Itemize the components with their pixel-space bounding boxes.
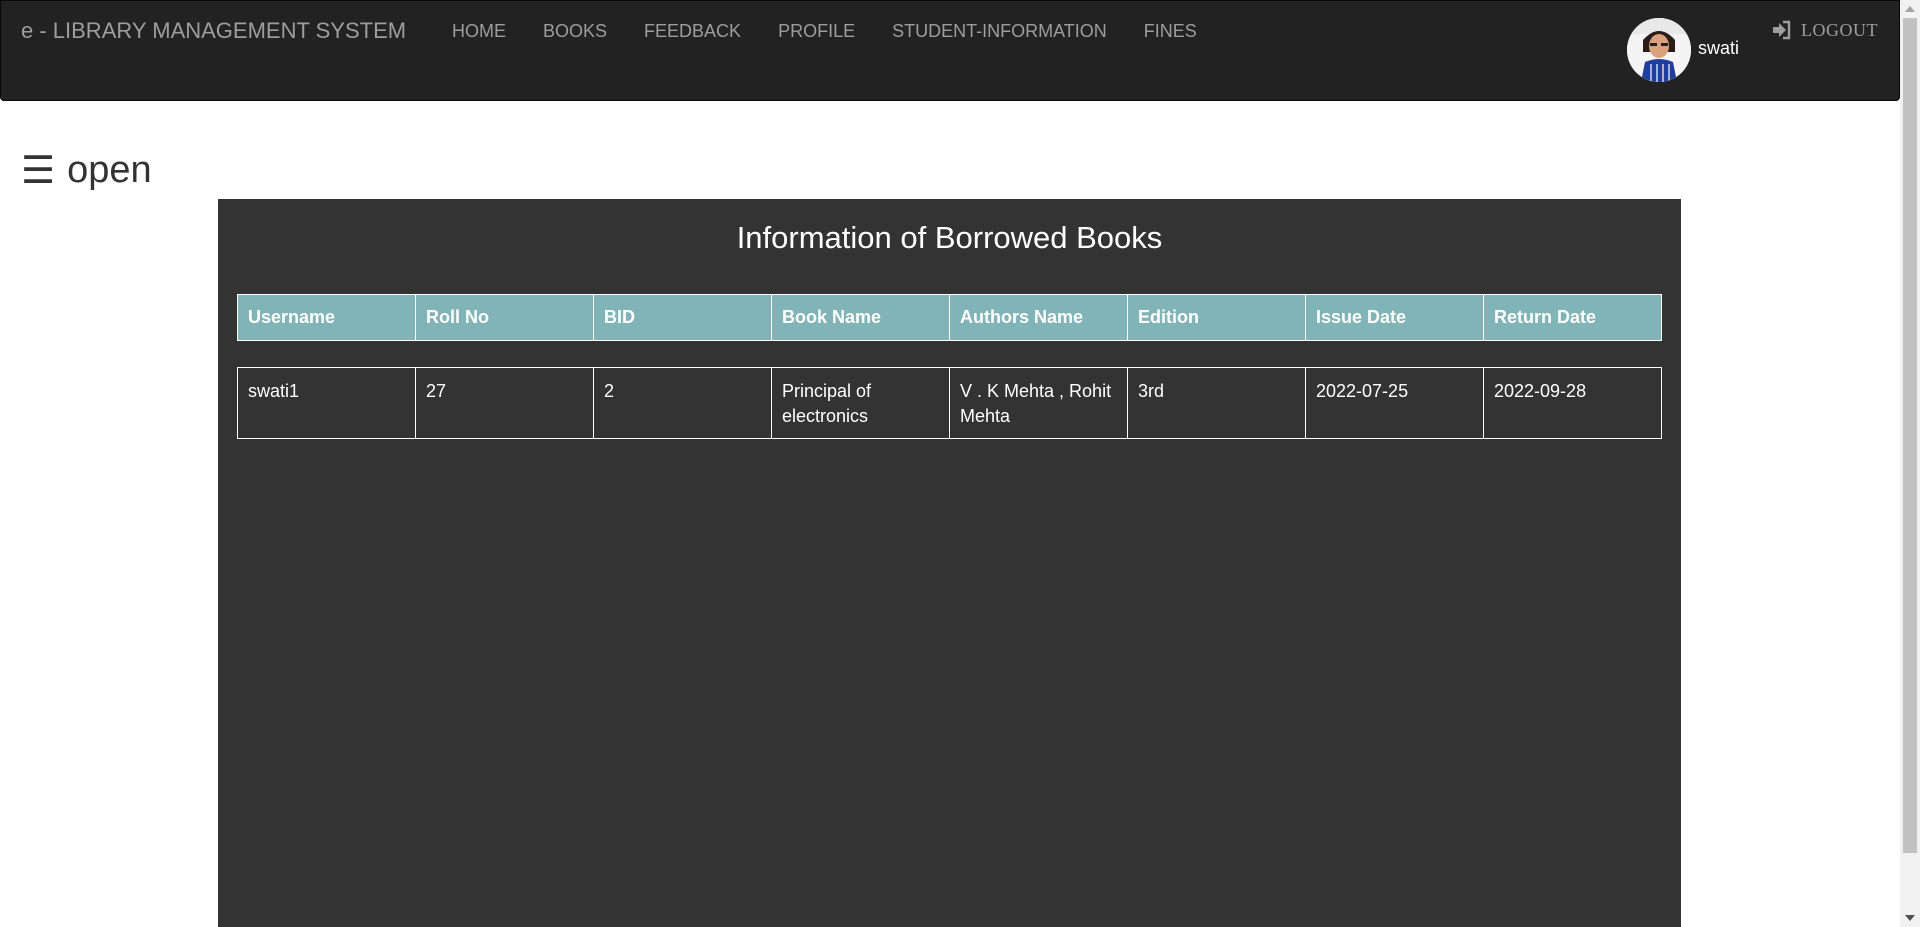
- sidebar-open-button[interactable]: ☰ open: [21, 148, 152, 193]
- table-row: swati1 27 2 Principal of electronics V .…: [237, 367, 1662, 439]
- cell-return-date: 2022-09-28: [1483, 367, 1662, 439]
- cell-issue-date: 2022-07-25: [1305, 367, 1484, 439]
- menu-icon: ☰: [21, 150, 56, 192]
- scroll-down-icon[interactable]: [1905, 915, 1915, 921]
- column-header-issue-date: Issue Date: [1305, 294, 1484, 341]
- column-header-roll-no: Roll No: [415, 294, 594, 341]
- cell-bid: 2: [593, 367, 772, 439]
- column-header-edition: Edition: [1127, 294, 1306, 341]
- top-navbar: e - LIBRARY MANAGEMENT SYSTEM HOME BOOKS…: [0, 0, 1900, 101]
- borrowed-books-table: swati1 27 2 Principal of electronics V .…: [237, 367, 1662, 439]
- cell-username: swati1: [237, 367, 416, 439]
- brand-title[interactable]: e - LIBRARY MANAGEMENT SYSTEM: [21, 18, 406, 44]
- column-header-username: Username: [237, 294, 416, 341]
- user-profile-link[interactable]: swati: [1627, 18, 1739, 82]
- vertical-scrollbar[interactable]: [1900, 0, 1920, 927]
- cell-edition: 3rd: [1127, 367, 1306, 439]
- cell-book-name: Principal of electronics: [771, 367, 950, 439]
- nav-links: HOME BOOKS FEEDBACK PROFILE STUDENT-INFO…: [452, 21, 1234, 42]
- column-header-book-name: Book Name: [771, 294, 950, 341]
- logout-icon: [1773, 20, 1791, 40]
- nav-feedback[interactable]: FEEDBACK: [644, 21, 741, 42]
- open-label: open: [67, 149, 152, 191]
- cell-roll-no: 27: [415, 367, 594, 439]
- nav-student-information[interactable]: STUDENT-INFORMATION: [892, 21, 1107, 42]
- nav-profile[interactable]: PROFILE: [778, 21, 855, 42]
- logout-button[interactable]: LOGOUT: [1771, 19, 1878, 41]
- table-header: Username Roll No BID Book Name Authors N…: [237, 294, 1662, 341]
- scroll-up-icon[interactable]: [1905, 6, 1915, 12]
- nav-fines[interactable]: FINES: [1144, 21, 1197, 42]
- cell-authors-name: V . K Mehta , Rohit Mehta: [949, 367, 1128, 439]
- user-name: swati: [1698, 37, 1740, 58]
- scrollbar-thumb[interactable]: [1903, 18, 1917, 853]
- column-header-bid: BID: [593, 294, 772, 341]
- nav-books[interactable]: BOOKS: [543, 21, 607, 42]
- avatar: [1627, 18, 1691, 82]
- column-header-return-date: Return Date: [1483, 294, 1662, 341]
- borrowed-books-panel: Information of Borrowed Books Username R…: [218, 199, 1681, 927]
- logout-label: LOGOUT: [1801, 19, 1878, 40]
- nav-home[interactable]: HOME: [452, 21, 506, 42]
- panel-title: Information of Borrowed Books: [736, 220, 1163, 255]
- column-header-authors-name: Authors Name: [949, 294, 1128, 341]
